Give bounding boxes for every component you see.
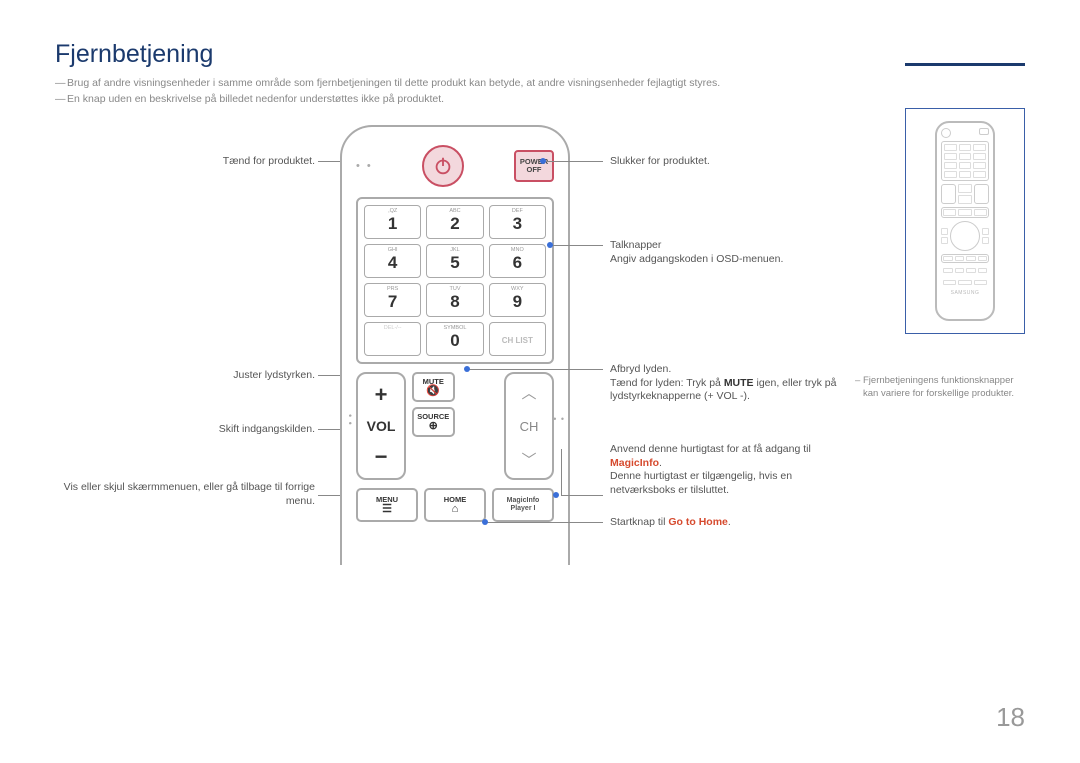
connector-dot bbox=[547, 242, 553, 248]
key-9: WXY9 bbox=[489, 283, 546, 317]
power-off-text2: OFF bbox=[526, 166, 541, 174]
mute-icon: 🔇 bbox=[426, 386, 440, 397]
power-icon bbox=[432, 155, 454, 177]
connector-dot bbox=[540, 158, 546, 164]
brand-label: SAMSUNG bbox=[951, 290, 980, 296]
connector-dot bbox=[553, 492, 559, 498]
magicinfo-button: MagicInfo Player I bbox=[492, 488, 554, 522]
vol-down-icon: − bbox=[375, 444, 388, 470]
key-3: DEF3 bbox=[489, 205, 546, 239]
source-icon: ⊕ bbox=[429, 421, 438, 432]
home-button: HOME ⌂ bbox=[424, 488, 486, 522]
magic-text2: Player I bbox=[511, 505, 536, 513]
ch-up-icon: ︿ bbox=[521, 382, 536, 403]
note-1: Brug af andre visningsenheder i samme om… bbox=[55, 77, 1025, 89]
menu-icon: ☰ bbox=[382, 504, 392, 515]
key-4: GHI4 bbox=[364, 244, 421, 278]
middle-controls: + VOL − MUTE 🔇 SOURCE bbox=[356, 372, 554, 480]
home-icon: ⌂ bbox=[452, 504, 459, 515]
power-button bbox=[422, 145, 464, 187]
mute-button: MUTE 🔇 bbox=[412, 372, 455, 402]
page-title: Fjernbetjening bbox=[55, 40, 1025, 69]
numeric-keypad: ,QZ1 ABC2 DEF3 GHI4 JKL5 MNO6 PRS7 TUV8 … bbox=[356, 197, 554, 364]
label-home: Startknap til Go to Home. bbox=[610, 516, 840, 530]
connector-line bbox=[487, 522, 603, 523]
page-number: 18 bbox=[996, 702, 1025, 733]
label-magicinfo: Anvend denne hurtigtast for at få adgang… bbox=[610, 443, 840, 498]
key-5: JKL5 bbox=[426, 244, 483, 278]
remote-thumbnail-box: SAMSUNG bbox=[905, 108, 1025, 334]
connector-dot bbox=[482, 519, 488, 525]
ch-label: CH bbox=[520, 419, 539, 434]
volume-rocker: + VOL − bbox=[356, 372, 406, 480]
magic-text1: MagicInfo bbox=[507, 497, 540, 505]
connector-line bbox=[561, 449, 562, 495]
source-button: SOURCE ⊕ bbox=[412, 407, 455, 437]
thumbnail-note: Fjernbetjeningens funktionsknapper kan v… bbox=[855, 375, 1025, 401]
main-content: Tænd for produktet. Juster lydstyrken. S… bbox=[55, 125, 1025, 595]
connector-line bbox=[469, 369, 603, 370]
thumb-keypad bbox=[941, 141, 989, 181]
remote-top-row: • • POWER OFF bbox=[356, 145, 554, 187]
menu-button: MENU ☰ bbox=[356, 488, 418, 522]
key-6: MNO6 bbox=[489, 244, 546, 278]
decorative-dots: • • bbox=[356, 160, 373, 172]
note-2: En knap uden en beskrivelse på billedet … bbox=[55, 93, 1025, 105]
label-mute: Afbryd lyden. Tænd for lyden: Tryk på MU… bbox=[610, 363, 840, 404]
ch-down-icon: ﹀ bbox=[521, 449, 536, 470]
remote-thumbnail: SAMSUNG bbox=[935, 121, 995, 321]
channel-rocker: ︿ CH ﹀ bbox=[504, 372, 554, 480]
key-1: ,QZ1 bbox=[364, 205, 421, 239]
decorative-dots: • • bbox=[553, 414, 565, 424]
key-7: PRS7 bbox=[364, 283, 421, 317]
power-off-button: POWER OFF bbox=[514, 150, 554, 182]
label-power-off: Slukker for produktet. bbox=[610, 155, 840, 169]
connector-line bbox=[545, 161, 603, 162]
connector-line bbox=[552, 245, 603, 246]
key-del: DEL-/-- bbox=[364, 322, 421, 356]
connector-line bbox=[561, 495, 603, 496]
middle-column: MUTE 🔇 SOURCE ⊕ bbox=[412, 372, 498, 480]
key-2: ABC2 bbox=[426, 205, 483, 239]
header-line bbox=[905, 63, 1025, 66]
label-volume: Juster lydstyrken. bbox=[55, 369, 315, 383]
vol-up-icon: + bbox=[375, 382, 388, 408]
decorative-dots: • • bbox=[345, 414, 355, 426]
document-page: Fjernbetjening Brug af andre visningsenh… bbox=[0, 0, 1080, 763]
vol-label: VOL bbox=[367, 418, 396, 434]
label-menu: Vis eller skjul skærmmenuen, eller gå ti… bbox=[55, 481, 315, 508]
key-0: SYMBOL0 bbox=[426, 322, 483, 356]
key-8: TUV8 bbox=[426, 283, 483, 317]
label-power-on: Tænd for produktet. bbox=[55, 155, 315, 169]
connector-dot bbox=[464, 366, 470, 372]
bottom-buttons: MENU ☰ HOME ⌂ MagicInfo Player I bbox=[356, 488, 554, 522]
label-source: Skift indgangskilden. bbox=[55, 423, 315, 437]
label-numbers: Talknapper Angiv adgangskoden i OSD-menu… bbox=[610, 239, 840, 266]
key-chlist: CH LIST bbox=[489, 322, 546, 356]
remote-diagram: • • POWER OFF ,QZ1 ABC2 DEF3 GHI4 JKL5 M… bbox=[340, 125, 570, 565]
